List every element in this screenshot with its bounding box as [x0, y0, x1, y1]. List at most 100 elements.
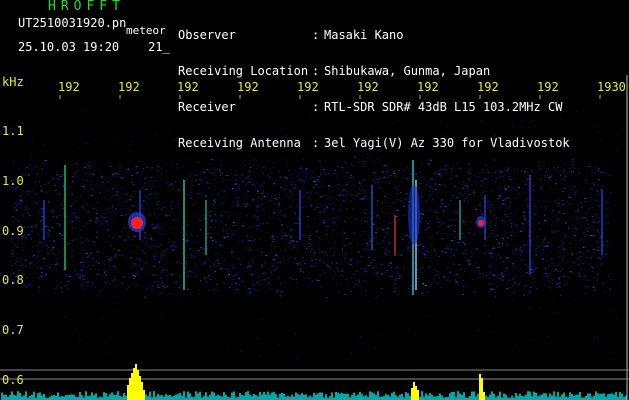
noise-pixel	[52, 175, 53, 177]
noise-pixel	[92, 207, 94, 208]
noise-pixel	[309, 177, 311, 179]
noise-pixel	[575, 191, 577, 193]
noise-pixel	[372, 179, 375, 181]
noise-pixel	[202, 247, 204, 249]
noise-pixel	[29, 262, 32, 264]
noise-pixel	[487, 201, 490, 203]
noise-pixel	[532, 190, 534, 192]
noise-pixel	[159, 243, 162, 245]
noise-pixel	[281, 229, 283, 231]
noise-pixel	[111, 207, 114, 209]
noise-pixel	[434, 179, 436, 181]
noise-pixel	[338, 195, 341, 197]
noise-pixel	[499, 170, 501, 172]
noise-pixel	[572, 266, 574, 268]
noise-pixel	[548, 169, 550, 171]
noise-pixel	[308, 197, 310, 199]
noise-pixel	[89, 194, 91, 196]
noise-pixel	[527, 220, 530, 222]
noise-pixel	[512, 279, 514, 281]
noise-pixel	[495, 222, 497, 224]
noise-pixel	[393, 220, 395, 222]
noise-pixel	[342, 246, 344, 248]
noise-pixel	[534, 250, 536, 252]
noise-pixel	[272, 183, 275, 185]
noise-pixel	[175, 181, 177, 183]
noise-pixel	[504, 186, 506, 188]
noise-pixel	[531, 226, 533, 227]
noise-pixel	[550, 188, 552, 189]
noise-pixel	[39, 268, 41, 270]
noise-pixel	[446, 172, 448, 174]
noise-pixel	[434, 188, 437, 190]
noise-pixel	[561, 245, 564, 247]
noise-pixel	[347, 263, 349, 265]
noise-pixel	[19, 200, 22, 202]
noise-pixel	[152, 288, 154, 290]
noise-pixel	[203, 277, 206, 279]
noise-pixel	[145, 243, 148, 245]
noise-pixel	[223, 190, 226, 192]
noise-pixel	[500, 171, 503, 173]
noise-pixel	[229, 189, 231, 191]
noise-pixel	[256, 182, 258, 184]
noise-pixel	[270, 273, 273, 275]
noise-pixel	[205, 262, 206, 264]
noise-pixel	[159, 293, 160, 295]
noise-pixel	[280, 186, 282, 188]
noise-pixel	[317, 280, 320, 282]
freq-tick: 0.7	[2, 323, 24, 337]
noise-pixel	[332, 208, 335, 210]
noise-pixel	[426, 183, 427, 185]
noise-pixel	[157, 253, 159, 254]
noise-pixel	[136, 266, 138, 268]
noise-pixel	[309, 354, 311, 356]
noise-pixel	[236, 241, 238, 243]
noise-pixel	[72, 251, 74, 253]
noise-pixel	[319, 237, 321, 239]
noise-pixel	[85, 179, 87, 181]
noise-pixel	[31, 157, 33, 159]
noise-pixel	[49, 230, 51, 232]
noise-pixel	[191, 233, 192, 235]
noise-pixel	[393, 283, 396, 285]
noise-pixel	[597, 169, 599, 171]
noise-pixel	[514, 282, 516, 284]
noise-pixel	[228, 347, 229, 349]
noise-pixel	[95, 236, 98, 238]
noise-pixel	[467, 260, 470, 262]
noise-pixel	[555, 254, 557, 256]
noise-pixel	[231, 250, 234, 252]
noise-pixel	[488, 263, 490, 265]
noise-pixel	[191, 204, 194, 205]
noise-pixel	[212, 167, 214, 169]
noise-pixel	[564, 235, 567, 237]
noise-pixel	[441, 173, 443, 175]
noise-pixel	[396, 272, 398, 274]
noise-pixel	[83, 166, 86, 168]
noise-pixel	[295, 278, 298, 280]
noise-pixel	[540, 244, 541, 245]
noise-pixel	[308, 239, 311, 241]
noise-pixel	[606, 201, 609, 203]
noise-pixel	[599, 171, 602, 173]
noise-pixel	[617, 134, 619, 136]
noise-pixel	[236, 174, 238, 176]
noise-pixel	[72, 259, 74, 261]
noise-pixel	[92, 264, 94, 266]
noise-pixel	[118, 164, 121, 166]
noise-pixel	[104, 272, 105, 273]
noise-pixel	[71, 239, 73, 241]
noise-pixel	[372, 171, 375, 173]
noise-pixel	[434, 248, 436, 250]
noise-pixel	[377, 272, 379, 274]
noise-pixel	[310, 265, 313, 267]
noise-pixel	[151, 289, 153, 291]
noise-pixel	[317, 259, 320, 261]
noise-pixel	[473, 234, 475, 236]
noise-pixel	[91, 195, 93, 196]
noise-pixel	[317, 178, 320, 180]
noise-pixel	[493, 265, 495, 267]
noise-pixel	[364, 191, 366, 193]
noise-pixel	[204, 261, 206, 263]
